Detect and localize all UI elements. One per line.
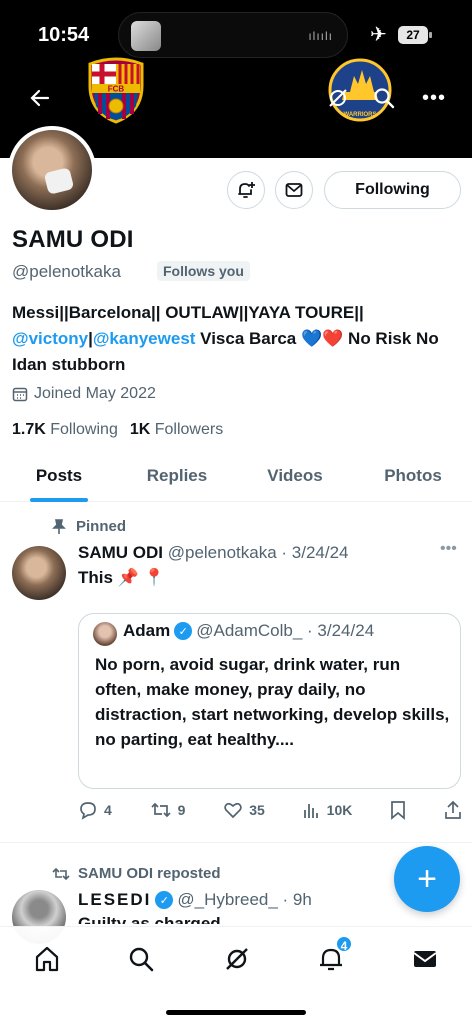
bookmark-button[interactable]	[390, 800, 406, 820]
profile-bio: Messi||Barcelona|| OUTLAW||YAYA TOURE|| …	[12, 300, 452, 378]
profile-tabs: Posts Replies Videos Photos	[0, 452, 472, 502]
tab-posts[interactable]: Posts	[0, 452, 118, 502]
bookmark-icon	[391, 801, 406, 820]
nav-grok[interactable]	[217, 939, 257, 979]
views-button[interactable]: 10K	[303, 801, 353, 819]
fcb-text: FCB	[108, 85, 125, 94]
nav-home[interactable]	[27, 939, 67, 979]
tab-replies[interactable]: Replies	[118, 452, 236, 501]
following-button[interactable]: Following	[324, 171, 461, 209]
search-icon	[374, 88, 395, 109]
like-button[interactable]: 35	[223, 800, 265, 820]
tweet-text: This 📌 📍	[78, 568, 165, 587]
audio-wave-icon: ılıılı	[308, 29, 333, 43]
reply-button[interactable]: 4	[78, 800, 112, 820]
follows-you-badge: Follows you	[157, 261, 250, 281]
airplane-mode-icon: ✈	[370, 24, 387, 46]
pin-icon	[52, 518, 66, 534]
tweet-header: SAMU ODI @pelenotkaka · 3/24/24	[78, 543, 349, 563]
views-chart-icon	[303, 804, 318, 818]
battery-indicator: 27	[398, 26, 432, 44]
message-button[interactable]	[275, 171, 313, 209]
like-count: 35	[249, 802, 265, 818]
tweet-divider	[0, 842, 472, 843]
grok-icon	[329, 89, 347, 107]
quote-author-name: Adam	[123, 621, 171, 640]
views-count: 10K	[326, 802, 353, 818]
reply-count: 4	[104, 802, 112, 818]
envelope-icon	[285, 183, 303, 197]
notification-count-badge: 4	[335, 935, 353, 953]
followers-stat[interactable]: 1K Followers	[130, 421, 223, 439]
tweet2-author-name[interactable]: LESEDI	[78, 890, 151, 910]
following-stat[interactable]: 1.7K Following	[12, 421, 118, 439]
back-button[interactable]	[20, 78, 60, 118]
compose-button[interactable]: +	[394, 846, 460, 912]
profile-avatar[interactable]	[8, 126, 96, 214]
nav-notifications[interactable]: 4	[311, 935, 353, 979]
nav-messages[interactable]	[405, 939, 445, 979]
joined-date: Joined May 2022	[12, 385, 156, 403]
heart-icon	[224, 802, 242, 819]
search-icon	[129, 947, 154, 972]
pinned-indicator: Pinned	[52, 518, 126, 535]
tab-videos[interactable]: Videos	[236, 452, 354, 501]
plus-icon: +	[417, 859, 437, 898]
repost-indicator: SAMU ODI reposted	[52, 865, 221, 882]
search-button[interactable]	[364, 78, 404, 118]
tweet-actions: 4 9 35 10K	[78, 797, 462, 823]
bio-text: Messi||Barcelona|| OUTLAW||YAYA TOURE||	[12, 303, 364, 322]
tweet2-header: LESEDI ✓ @_Hybreed_ · 9h	[78, 890, 312, 910]
bio-mention-kanyewest[interactable]: @kanyewest	[93, 329, 196, 348]
display-name: SAMU ODI	[12, 226, 134, 253]
tweet-more-icon[interactable]: •••	[440, 540, 457, 558]
envelope-icon	[413, 951, 437, 967]
quoted-tweet[interactable]: Adam ✓ @AdamColb_ · 3/24/24 No porn, avo…	[78, 613, 461, 789]
nav-search[interactable]	[121, 939, 161, 979]
verified-badge-icon: ✓	[155, 891, 174, 909]
grok-icon	[226, 948, 248, 970]
tweet2-meta: @_Hybreed_ · 9h	[177, 890, 312, 909]
fcb-crest-logo: FCB	[88, 57, 144, 124]
share-button[interactable]	[444, 800, 462, 820]
bell-plus-icon	[238, 182, 255, 198]
following-label: Following	[50, 421, 118, 438]
followers-label: Followers	[154, 421, 224, 438]
repost-count: 9	[177, 802, 186, 818]
repost-button[interactable]: 9	[150, 800, 186, 820]
verified-badge-icon: ✓	[174, 622, 193, 640]
more-icon: •••	[421, 86, 446, 109]
quote-avatar	[93, 622, 117, 646]
following-count: 1.7K	[12, 421, 46, 438]
calendar-icon	[12, 387, 28, 402]
user-handle: @pelenotkaka	[12, 262, 121, 281]
grok-button[interactable]	[318, 78, 358, 118]
tab-photos[interactable]: Photos	[354, 452, 472, 501]
followers-count: 1K	[129, 421, 151, 438]
quote-header: Adam ✓ @AdamColb_ · 3/24/24	[123, 621, 374, 641]
repost-icon	[151, 802, 171, 818]
reply-icon	[80, 802, 96, 820]
tweet-avatar[interactable]	[12, 546, 66, 600]
joined-text: Joined May 2022	[34, 385, 156, 402]
back-arrow-icon	[30, 89, 50, 107]
status-time: 10:54	[38, 24, 90, 46]
media-thumbnail	[131, 21, 161, 51]
tweet-author-name[interactable]: SAMU ODI	[78, 543, 163, 562]
tweet-meta: @pelenotkaka · 3/24/24	[167, 543, 349, 562]
home-indicator	[166, 1010, 306, 1015]
repost-label: SAMU ODI reposted	[78, 865, 221, 882]
follow-stats: 1.7K Following 1K Followers	[12, 421, 223, 439]
quote-text: No porn, avoid sugar, drink water, run o…	[95, 655, 450, 749]
more-button[interactable]: •••	[414, 78, 454, 118]
bio-mention-victony[interactable]: @victony	[12, 329, 88, 348]
home-icon	[35, 946, 59, 972]
repost-small-icon	[52, 867, 70, 880]
notify-button[interactable]	[227, 171, 265, 209]
quote-meta: @AdamColb_ · 3/24/24	[196, 621, 375, 640]
share-icon	[445, 800, 461, 819]
pinned-label: Pinned	[76, 518, 127, 535]
dynamic-island[interactable]: ılıılı	[118, 12, 348, 58]
